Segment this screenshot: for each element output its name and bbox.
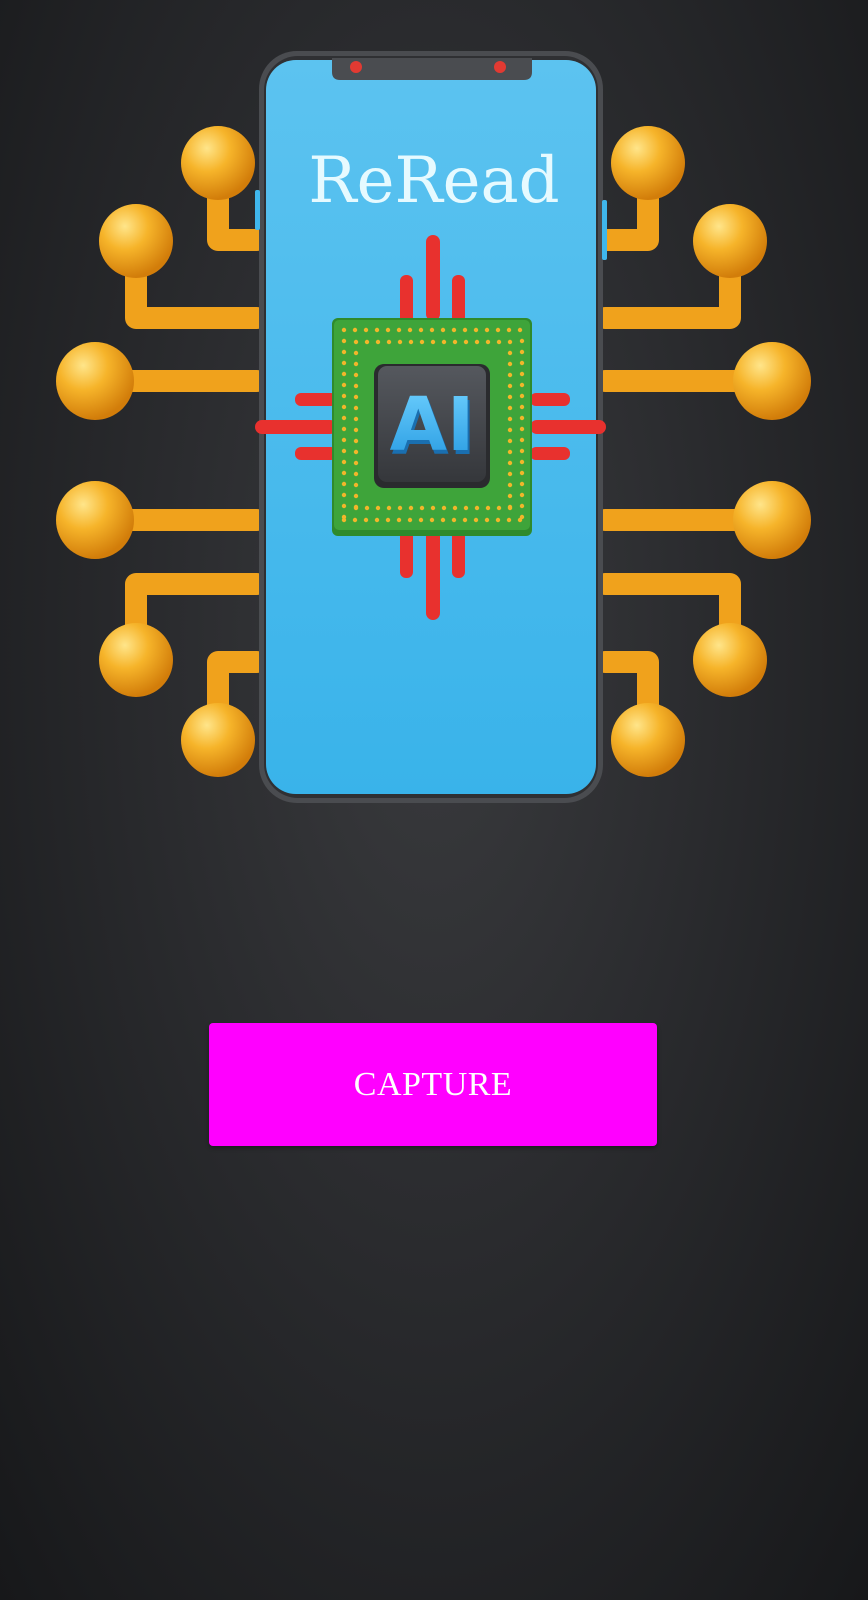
chip-ai-label-front: AI [390, 382, 475, 468]
camera-dot-left [350, 61, 362, 73]
capture-button[interactable]: CAPTURE [209, 1023, 657, 1146]
camera-dot-right [494, 61, 506, 73]
app-title: ReRead [308, 144, 559, 218]
hero-illustration: ReRead AI AI [56, 51, 811, 803]
